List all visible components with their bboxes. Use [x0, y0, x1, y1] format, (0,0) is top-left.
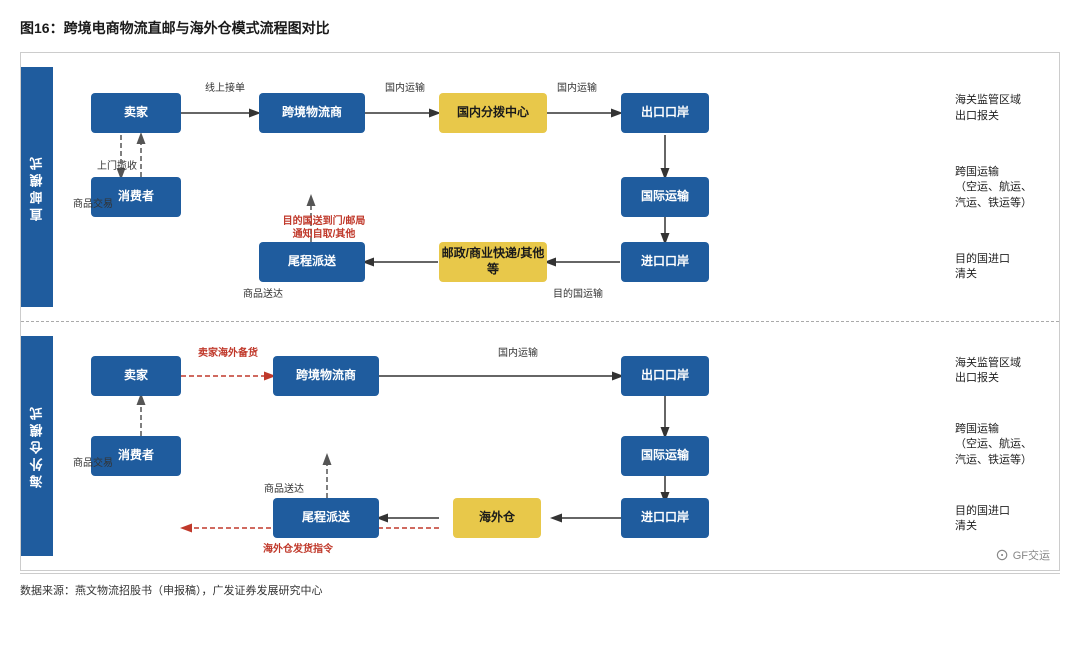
s1-lastmile-box: 尾程派送: [259, 242, 365, 282]
overseas-warehouse-section: 海外仓模式: [21, 322, 1059, 570]
page-container: 图16：跨境电商物流直邮与海外仓模式流程图对比 直邮模式: [0, 0, 1080, 612]
s1-goods-trade-label: 商品交易: [63, 195, 123, 210]
overseas-label: 海外仓模式: [21, 336, 53, 556]
s2-export-box: 出口口岸: [621, 356, 709, 396]
s1-goods-delivery-label: 商品送达: [233, 285, 293, 300]
footer-source: 数据来源：燕文物流招股书（申报稿），广发证券发展研究中心: [20, 585, 323, 597]
s2-seller-stock-label: 卖家海外备货: [183, 344, 273, 359]
s1-seller-box: 卖家: [91, 93, 181, 133]
s1-logistics-box: 跨境物流商: [259, 93, 365, 133]
s1-domestic2-label: 国内运输: [547, 79, 607, 94]
s1-export-box: 出口口岸: [621, 93, 709, 133]
direct-mail-section: 直邮模式: [21, 53, 1059, 322]
s1-right-label-3: 目的国进口清关: [955, 252, 1049, 283]
s2-right-label-2: 跨国运输（空运、航运、汽运、铁运等）: [955, 422, 1049, 468]
s2-warehouse-order-label: 海外仓发货指令: [243, 540, 353, 555]
s2-domestic-label: 国内运输: [483, 344, 553, 359]
s2-lastmile-box: 尾程派送: [273, 498, 379, 538]
s1-right-label-1: 海关监管区域出口报关: [955, 93, 1049, 124]
s1-right-label-2: 跨国运输（空运、航运、汽运、铁运等）: [955, 165, 1049, 211]
s2-overseas-box: 海外仓: [453, 498, 541, 538]
direct-mail-diagram: 卖家 跨境物流商 国内分拨中心 出口口岸 消费者 国际运输 尾程派送 邮政/商业…: [63, 67, 949, 307]
s2-import-box: 进口口岸: [621, 498, 709, 538]
s2-right-labels: 海关监管区域出口报关 跨国运输（空运、航运、汽运、铁运等） 目的国进口清关: [949, 336, 1049, 556]
s2-right-label-3: 目的国进口清关: [955, 504, 1049, 535]
diagrams-wrapper: 直邮模式: [20, 52, 1060, 571]
s1-dest-transport-label: 目的国运输: [543, 285, 613, 300]
s2-right-label-1: 海关监管区域出口报关: [955, 356, 1049, 387]
s1-dest-delivery-label: 目的国送到门/邮局通知自取/其他: [259, 215, 389, 241]
s1-post-box: 邮政/商业快递/其他等: [439, 242, 547, 282]
s1-import-box: 进口口岸: [621, 242, 709, 282]
s2-logistics-box: 跨境物流商: [273, 356, 379, 396]
footer: 数据来源：燕文物流招股书（申报稿），广发证券发展研究中心: [20, 573, 1060, 602]
s2-seller-box: 卖家: [91, 356, 181, 396]
s2-intl-box: 国际运输: [621, 436, 709, 476]
page-title: 图16：跨境电商物流直邮与海外仓模式流程图对比: [20, 18, 1060, 38]
logo-icon: ⊙: [995, 545, 1008, 565]
s1-intl-box: 国际运输: [621, 177, 709, 217]
s2-goods-trade-label: 商品交易: [63, 454, 123, 469]
s2-goods-delivery-label: 商品送达: [249, 480, 319, 495]
s1-domestic1-label: 国内运输: [375, 79, 435, 94]
s1-online-order-label: 线上接单: [195, 79, 255, 94]
logo-text: GF交运: [1013, 547, 1050, 563]
s1-distribution-box: 国内分拨中心: [439, 93, 547, 133]
overseas-diagram: 卖家 跨境物流商 出口口岸 消费者 国际运输 尾程派送 海外仓 进口口岸 卖家海…: [63, 336, 949, 556]
direct-mail-label: 直邮模式: [21, 67, 53, 307]
s1-right-labels: 海关监管区域出口报关 跨国运输（空运、航运、汽运、铁运等） 目的国进口清关: [949, 67, 1049, 307]
logo-area: ⊙ GF交运: [995, 545, 1050, 565]
s1-door-pickup-label: 上门揽收: [87, 157, 147, 172]
